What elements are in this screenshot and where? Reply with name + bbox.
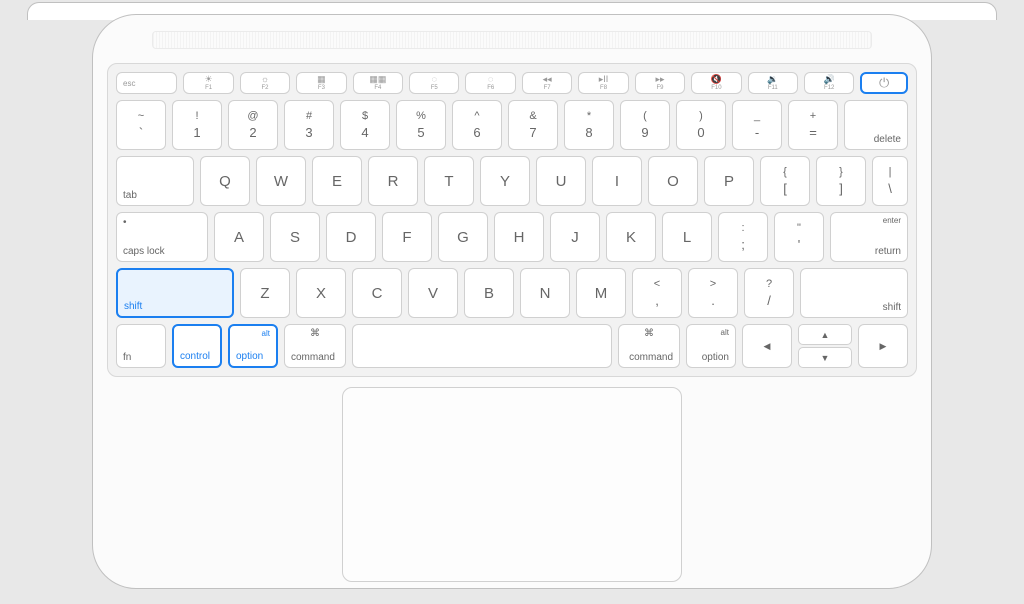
key-3[interactable]: #3	[284, 100, 334, 150]
key-l[interactable]: L	[662, 212, 712, 262]
key-c[interactable]: C	[352, 268, 402, 318]
key-f12[interactable]: 🔊F12	[804, 72, 854, 94]
key-period[interactable]: >.	[688, 268, 738, 318]
key-f11[interactable]: 🔉F11	[748, 72, 798, 94]
key-m[interactable]: M	[576, 268, 626, 318]
number-row: ~` !1 @2 #3 $4 %5 ^6 &7 *8 (9 )0 _- += d…	[116, 100, 908, 150]
key-f7[interactable]: ◂◂F7	[522, 72, 572, 94]
key-f8[interactable]: ▸IIF8	[578, 72, 628, 94]
key-power[interactable]: ⏻	[860, 72, 907, 94]
key-r[interactable]: R	[368, 156, 418, 206]
key-z[interactable]: Z	[240, 268, 290, 318]
key-backtick[interactable]: ~`	[116, 100, 166, 150]
key-comma[interactable]: <,	[632, 268, 682, 318]
key-f1[interactable]: ☀F1	[183, 72, 233, 94]
key-tab[interactable]: tab	[116, 156, 194, 206]
key-arrow-up[interactable]: ▲	[798, 324, 852, 345]
key-spacebar[interactable]	[352, 324, 612, 368]
key-slash[interactable]: ?/	[744, 268, 794, 318]
key-backslash[interactable]: |\	[872, 156, 908, 206]
key-delete[interactable]: delete	[844, 100, 908, 150]
key-i[interactable]: I	[592, 156, 642, 206]
key-0[interactable]: )0	[676, 100, 726, 150]
key-control[interactable]: control	[172, 324, 222, 368]
key-v[interactable]: V	[408, 268, 458, 318]
key-fn[interactable]: fn	[116, 324, 166, 368]
key-y[interactable]: Y	[480, 156, 530, 206]
key-right-shift[interactable]: shift	[800, 268, 908, 318]
key-w[interactable]: W	[256, 156, 306, 206]
key-esc[interactable]: esc	[116, 72, 177, 94]
key-f4[interactable]: ▦▦F4	[353, 72, 403, 94]
key-minus[interactable]: _-	[732, 100, 782, 150]
key-f6[interactable]: ◌F6	[465, 72, 515, 94]
key-p[interactable]: P	[704, 156, 754, 206]
key-e[interactable]: E	[312, 156, 362, 206]
qwerty-row: tab Q W E R T Y U I O P {[ }] |\	[116, 156, 908, 206]
key-semicolon[interactable]: :;	[718, 212, 768, 262]
key-h[interactable]: H	[494, 212, 544, 262]
speaker-grille	[152, 31, 872, 49]
key-9[interactable]: (9	[620, 100, 670, 150]
key-left-shift[interactable]: shift	[116, 268, 234, 318]
arrow-right-icon: ▶	[880, 341, 887, 352]
key-rbracket[interactable]: }]	[816, 156, 866, 206]
key-s[interactable]: S	[270, 212, 320, 262]
key-right-option[interactable]: altoption	[686, 324, 736, 368]
key-g[interactable]: G	[438, 212, 488, 262]
key-o[interactable]: O	[648, 156, 698, 206]
key-j[interactable]: J	[550, 212, 600, 262]
key-quote[interactable]: "'	[774, 212, 824, 262]
key-capslock[interactable]: •caps lock	[116, 212, 208, 262]
key-left-option[interactable]: altoption	[228, 324, 278, 368]
key-arrow-updown: ▲ ▼	[798, 324, 852, 368]
arrow-down-icon: ▼	[821, 353, 830, 363]
command-icon: ⌘	[310, 328, 320, 339]
key-q[interactable]: Q	[200, 156, 250, 206]
power-icon: ⏻	[879, 75, 889, 91]
arrow-left-icon: ◀	[764, 341, 771, 352]
key-8[interactable]: *8	[564, 100, 614, 150]
command-icon: ⌘	[644, 328, 654, 339]
function-row: esc ☀F1 ☼F2 ▦F3 ▦▦F4 ◌F5 ◌F6 ◂◂F7 ▸IIF8 …	[116, 72, 908, 94]
key-equals[interactable]: +=	[788, 100, 838, 150]
key-b[interactable]: B	[464, 268, 514, 318]
key-u[interactable]: U	[536, 156, 586, 206]
key-4[interactable]: $4	[340, 100, 390, 150]
key-f2[interactable]: ☼F2	[240, 72, 290, 94]
key-f3[interactable]: ▦F3	[296, 72, 346, 94]
key-2[interactable]: @2	[228, 100, 278, 150]
shift-row: shift Z X C V B N M <, >. ?/ shift	[116, 268, 908, 318]
key-n[interactable]: N	[520, 268, 570, 318]
key-t[interactable]: T	[424, 156, 474, 206]
key-6[interactable]: ^6	[452, 100, 502, 150]
arrow-up-icon: ▲	[821, 330, 830, 340]
laptop-body: esc ☀F1 ☼F2 ▦F3 ▦▦F4 ◌F5 ◌F6 ◂◂F7 ▸IIF8 …	[92, 14, 932, 589]
key-f5[interactable]: ◌F5	[409, 72, 459, 94]
key-k[interactable]: K	[606, 212, 656, 262]
trackpad[interactable]	[342, 387, 682, 582]
key-7[interactable]: &7	[508, 100, 558, 150]
key-5[interactable]: %5	[396, 100, 446, 150]
macbook-diagram: esc ☀F1 ☼F2 ▦F3 ▦▦F4 ◌F5 ◌F6 ◂◂F7 ▸IIF8 …	[42, 2, 982, 602]
key-x[interactable]: X	[296, 268, 346, 318]
key-f[interactable]: F	[382, 212, 432, 262]
key-1[interactable]: !1	[172, 100, 222, 150]
key-arrow-down[interactable]: ▼	[798, 347, 852, 368]
keyboard: esc ☀F1 ☼F2 ▦F3 ▦▦F4 ◌F5 ◌F6 ◂◂F7 ▸IIF8 …	[107, 63, 917, 377]
key-d[interactable]: D	[326, 212, 376, 262]
key-lbracket[interactable]: {[	[760, 156, 810, 206]
key-right-command[interactable]: ⌘command	[618, 324, 680, 368]
key-f9[interactable]: ▸▸F9	[635, 72, 685, 94]
key-a[interactable]: A	[214, 212, 264, 262]
bottom-row: fn control altoption ⌘command ⌘command a…	[116, 324, 908, 368]
key-arrow-right[interactable]: ▶	[858, 324, 908, 368]
key-f10[interactable]: 🔇F10	[691, 72, 741, 94]
home-row: •caps lock A S D F G H J K L :; "' enter…	[116, 212, 908, 262]
key-return[interactable]: enterreturn	[830, 212, 908, 262]
key-arrow-left[interactable]: ◀	[742, 324, 792, 368]
key-left-command[interactable]: ⌘command	[284, 324, 346, 368]
